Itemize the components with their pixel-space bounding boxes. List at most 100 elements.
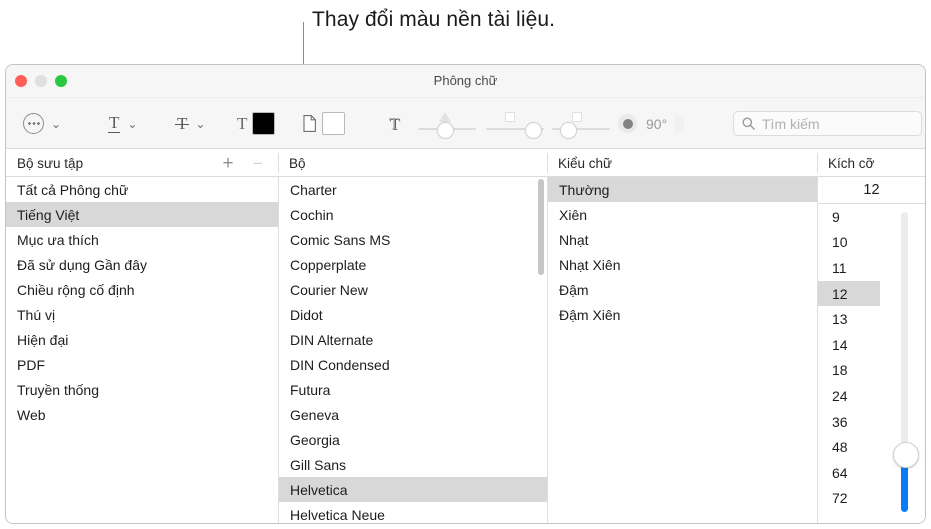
window-titlebar[interactable]: Phông chữ — [6, 65, 925, 98]
search-field-box[interactable]: Tìm kiếm — [733, 111, 922, 136]
collection-item-row[interactable]: Mục ưa thích — [6, 227, 278, 252]
collection-item-row[interactable]: Thú vị — [6, 302, 278, 327]
shadow-opacity-control[interactable]: 90° — [618, 98, 685, 149]
collections-list-body: Tất cả Phông chữ Tiếng Việt Mục ưa thích Đã… — [6, 177, 278, 427]
slider-knob[interactable] — [560, 121, 577, 139]
family-item-row[interactable]: DIN Condensed — [279, 352, 547, 377]
size-item-label: 14 — [832, 336, 848, 353]
slider-knob[interactable] — [525, 121, 542, 139]
size-item-row[interactable]: 10 — [818, 230, 880, 256]
collection-item-row[interactable]: PDF — [6, 352, 278, 377]
size-item-row[interactable]: 36 — [818, 409, 880, 435]
column-header-collections[interactable]: Bộ sưu tập — [17, 149, 83, 177]
collection-item-row[interactable]: Tiếng Việt — [6, 202, 278, 227]
angle-dial-icon[interactable] — [675, 114, 685, 133]
family-item-label: Gill Sans — [290, 456, 347, 473]
size-item-row[interactable]: 14 — [818, 332, 880, 358]
families-list[interactable]: Charter Cochin Comic Sans MS Copperplate Cou… — [279, 177, 547, 523]
size-item-row[interactable]: 12 — [818, 280, 880, 307]
shadow-angle-slider[interactable] — [552, 98, 610, 149]
typeface-item-row[interactable]: Nhạt Xiên — [548, 252, 817, 277]
column-header-typefaces[interactable]: Kiểu chữ — [558, 149, 612, 177]
collection-item-row[interactable]: Web — [6, 402, 278, 427]
size-value-field[interactable]: 12 — [818, 177, 925, 204]
family-item-row[interactable]: Futura — [279, 377, 547, 402]
search-field[interactable]: Tìm kiếm — [733, 98, 922, 149]
size-slider[interactable] — [892, 212, 919, 512]
size-item-label: 36 — [832, 413, 848, 430]
text-shadow-toggle[interactable]: T — [389, 98, 399, 149]
typeface-item-row[interactable]: Thường — [548, 177, 817, 202]
family-item-row[interactable]: DIN Alternate — [279, 327, 547, 352]
typefaces-list[interactable]: Thường Xiên Nhạt Nhạt Xiên Đậm Đậm Xiên — [548, 177, 817, 523]
size-item-row[interactable]: 72 — [818, 486, 880, 512]
text-color-swatch[interactable] — [252, 112, 276, 135]
family-item-row[interactable]: Gill Sans — [279, 452, 547, 477]
window-title: Phông chữ — [433, 73, 498, 88]
column-header-families[interactable]: Bộ — [289, 149, 306, 177]
column-header-sizes[interactable]: Kích cỡ — [828, 149, 874, 177]
family-item-label: Charter — [290, 181, 337, 198]
typeface-item-row[interactable]: Đậm — [548, 277, 817, 302]
family-item-row[interactable]: Copperplate — [279, 252, 547, 277]
slider-knob[interactable] — [437, 121, 454, 139]
size-item-row[interactable]: 18 — [818, 358, 880, 384]
family-item-label: Geneva — [290, 406, 340, 423]
shadow-angle-value: 90° — [646, 115, 668, 132]
size-item-row[interactable]: 48 — [818, 434, 880, 460]
document-color-button[interactable] — [303, 98, 345, 149]
family-item-row[interactable]: Comic Sans MS — [279, 227, 547, 252]
family-item-row[interactable]: Georgia — [279, 427, 547, 452]
family-item-row[interactable]: Cochin — [279, 202, 547, 227]
families-scrollbar[interactable] — [538, 179, 544, 275]
shadow-blur-slider[interactable] — [418, 98, 476, 149]
size-item-label: 9 — [832, 208, 840, 225]
strikethrough-icon: T — [174, 113, 190, 133]
collection-item-row[interactable]: Đã sử dụng Gần đây — [6, 252, 278, 277]
family-item-row[interactable]: Charter — [279, 177, 547, 202]
collections-list[interactable]: Tất cả Phông chữ Tiếng Việt Mục ưa thích Đã… — [6, 177, 278, 523]
size-item-row[interactable]: 13 — [818, 306, 880, 332]
action-menu-button[interactable]: ⌄ — [23, 98, 61, 149]
text-color-button[interactable]: T — [237, 98, 276, 149]
family-item-row[interactable]: Courier New — [279, 277, 547, 302]
typeface-item-row[interactable]: Nhạt — [548, 227, 817, 252]
size-item-label: 18 — [832, 362, 848, 379]
collection-item-row[interactable]: Truyền thống — [6, 377, 278, 402]
size-item-label: 10 — [832, 234, 848, 251]
family-item-label: Helvetica — [290, 481, 348, 498]
size-item-label: 24 — [832, 387, 848, 404]
underline-menu-button[interactable]: T ⌄ — [108, 98, 137, 149]
add-collection-button[interactable]: + — [218, 149, 238, 177]
slider-track-offset[interactable] — [486, 110, 544, 139]
collection-item-row[interactable]: Tất cả Phông chữ — [6, 177, 278, 202]
size-item-row[interactable]: 24 — [818, 383, 880, 409]
family-item-row[interactable]: Helvetica — [279, 477, 547, 502]
collection-item-row[interactable]: Chiều rộng cố định — [6, 277, 278, 302]
collection-item-row[interactable]: Hiện đại — [6, 327, 278, 352]
slider-track-blur[interactable] — [418, 110, 476, 139]
font-toolbar: ⌄ T ⌄ T ⌄ T T 90° Tìm kiếm — [6, 98, 925, 149]
size-item-row[interactable]: 11 — [818, 255, 880, 281]
document-color-swatch[interactable] — [322, 112, 345, 135]
typeface-item-row[interactable]: Đậm Xiên — [548, 302, 817, 327]
shadow-offset-slider[interactable] — [486, 98, 544, 149]
strikethrough-menu-button[interactable]: T ⌄ — [174, 98, 205, 149]
typeface-item-label: Nhạt Xiên — [559, 256, 621, 273]
size-slider-knob[interactable] — [892, 442, 919, 468]
collection-item-label: Tất cả Phông chữ — [17, 181, 129, 198]
size-item-row[interactable]: 9 — [818, 204, 880, 230]
size-item-row[interactable]: 64 — [818, 460, 880, 486]
size-item-label: 64 — [832, 464, 848, 481]
sizes-pane[interactable]: 12 9 10 11 12 13 14 18 24 36 48 64 72 — [818, 177, 925, 523]
header-divider — [547, 153, 548, 173]
family-item-row[interactable]: Helvetica Neue — [279, 502, 547, 523]
typeface-item-row[interactable]: Xiên — [548, 202, 817, 227]
chevron-down-icon: ⌄ — [127, 116, 138, 131]
family-item-row[interactable]: Didot — [279, 302, 547, 327]
size-item-label: 48 — [832, 439, 848, 456]
slider-track-angle[interactable] — [552, 110, 610, 139]
size-item-label: 12 — [832, 285, 848, 302]
search-input[interactable]: Tìm kiếm — [762, 116, 820, 132]
family-item-row[interactable]: Geneva — [279, 402, 547, 427]
